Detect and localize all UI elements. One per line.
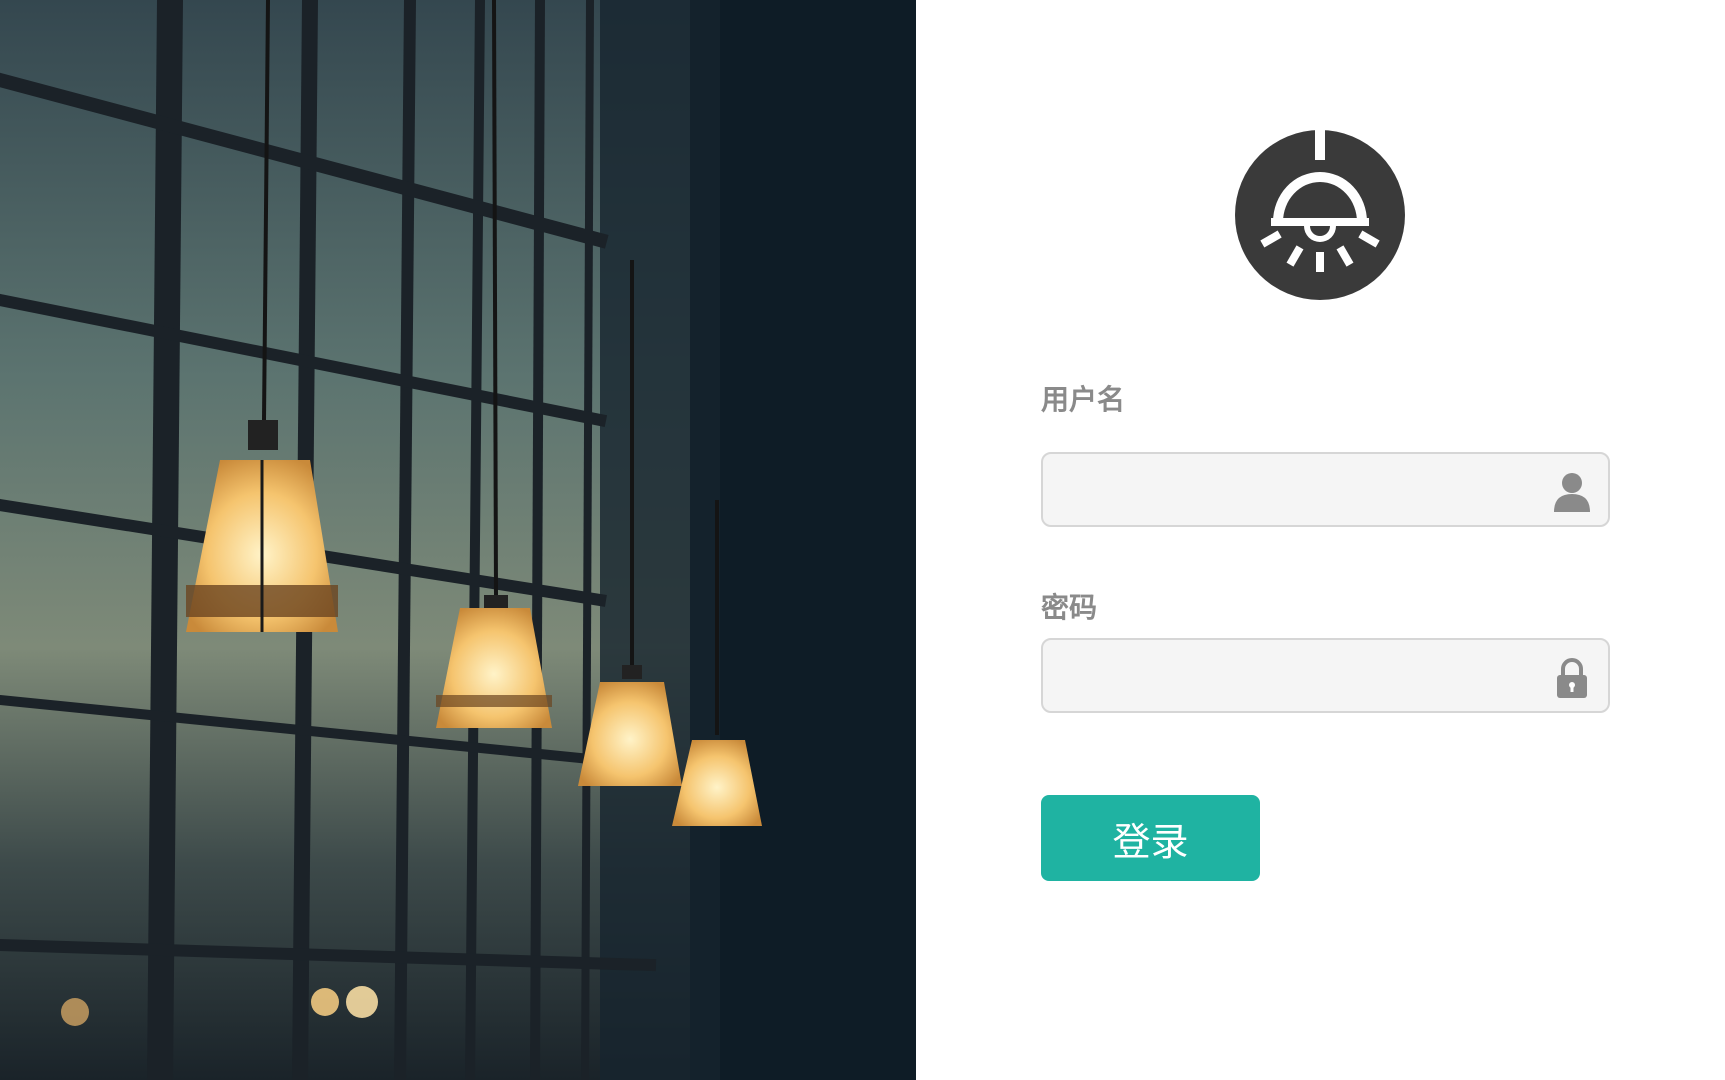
username-input[interactable] — [1043, 454, 1573, 525]
username-label: 用户名 — [1041, 383, 1126, 416]
user-icon — [1554, 472, 1590, 512]
pendant-lamp-logo-icon — [1235, 130, 1405, 300]
username-field[interactable] — [1041, 452, 1610, 527]
password-input[interactable] — [1043, 640, 1573, 711]
pendant-lamps-photo — [0, 0, 916, 1080]
password-field[interactable] — [1041, 638, 1610, 713]
password-label: 密码 — [1041, 591, 1098, 624]
lock-icon — [1554, 658, 1590, 698]
login-button[interactable]: 登录 — [1041, 795, 1260, 881]
hero-image — [0, 0, 916, 1080]
